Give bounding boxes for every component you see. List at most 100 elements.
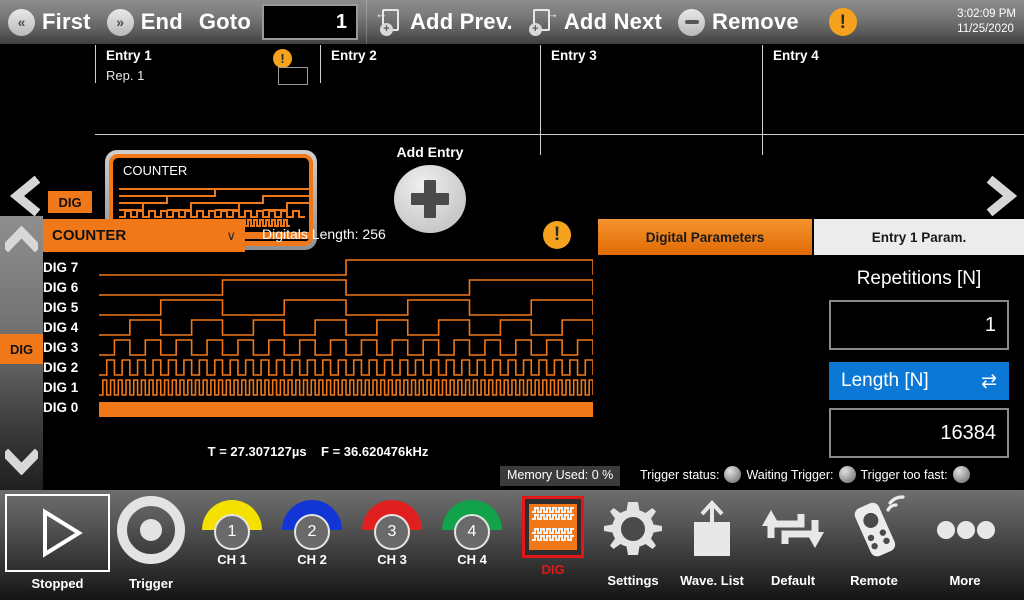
digital-waveform-icon (529, 504, 577, 550)
upload-box-icon (676, 494, 748, 564)
length-input[interactable]: 16384 (829, 408, 1009, 458)
entry-carousel: Entry 1 Rep. 1 ! Entry 2 Entry 3 Entry 4 (0, 44, 1024, 212)
channel-button-2[interactable]: 2 CH 2 (274, 494, 350, 568)
end-button[interactable]: » End (99, 0, 191, 44)
status-bar: Memory Used: 0 % Trigger status: Waiting… (0, 466, 1024, 490)
waveform-select[interactable]: COUNTER ∨ (43, 219, 245, 252)
repetitions-label: Repetitions [N] (814, 268, 1024, 290)
remote-control-icon (838, 494, 910, 564)
waiting-trigger-label: Waiting Trigger: (746, 468, 833, 482)
more-button[interactable]: More (925, 494, 1005, 588)
waveform-traces (99, 258, 593, 428)
add-next-label: Add Next (564, 9, 662, 35)
remove-label: Remove (712, 9, 799, 35)
carousel-dig-tag: DIG (48, 191, 92, 213)
carousel-next-button[interactable] (984, 176, 1018, 216)
default-button[interactable]: Default (757, 494, 829, 588)
scroll-up-button[interactable] (5, 226, 38, 257)
goto-label: Goto (199, 9, 251, 35)
entry-divider-3 (540, 83, 541, 155)
app-root: « First » End Goto 1 ← + Add Prev. → + (0, 0, 1024, 600)
add-next-button[interactable]: → + Add Next (521, 0, 670, 44)
channel-3-label: CH 3 (354, 552, 430, 567)
channel-button-4[interactable]: 4 CH 4 (434, 494, 510, 568)
double-chevron-left-icon: « (8, 9, 35, 36)
channel-2-number: 2 (294, 514, 330, 550)
waveform-label: DIG 6 (43, 278, 97, 298)
waveform-select-value: COUNTER (52, 227, 126, 244)
tab-entry-param[interactable]: Entry 1 Param. (814, 219, 1024, 255)
entry-headers: Entry 1 Rep. 1 ! Entry 2 Entry 3 Entry 4 (95, 45, 1024, 83)
digitals-length-label: Digitals Length: (262, 226, 359, 242)
wave-list-label: Wave. List (676, 573, 748, 588)
entry-underline (95, 134, 1024, 135)
clock-date: 11/25/2020 (957, 22, 1016, 37)
chevron-left-icon (8, 176, 42, 216)
wave-list-button[interactable]: Wave. List (676, 494, 748, 588)
param-warning-icon[interactable]: ! (543, 221, 571, 249)
entry-header-3[interactable]: Entry 3 (540, 45, 762, 83)
waveform-display[interactable]: DIG 7 DIG 6 DIG 5 DIG 4 DIG 3 DIG 2 DIG … (43, 258, 593, 468)
toolbar-warning[interactable]: ! (807, 0, 865, 44)
waveform-plot (99, 258, 593, 433)
waveform-label: DIG 3 (43, 338, 97, 358)
add-prev-button[interactable]: ← + Add Prev. (367, 0, 521, 44)
run-stop-button[interactable] (5, 494, 110, 572)
left-channel-scroller: DIG (0, 216, 43, 490)
entry-header-1[interactable]: Entry 1 Rep. 1 ! (95, 45, 320, 83)
channel-2-label: CH 2 (274, 552, 350, 567)
remote-label: Remote (838, 573, 910, 588)
add-prev-icon: ← + (375, 8, 403, 36)
entry-header-2[interactable]: Entry 2 (320, 45, 540, 83)
channel-button-1[interactable]: 1 CH 1 (194, 494, 270, 568)
tab-digital-parameters[interactable]: Digital Parameters (598, 219, 812, 255)
repetitions-input[interactable]: 1 (829, 300, 1009, 350)
settings-button[interactable]: Settings (598, 494, 668, 588)
remove-button[interactable]: Remove (670, 0, 807, 44)
goto-input[interactable]: 1 (262, 4, 358, 40)
channel-3-number: 3 (374, 514, 410, 550)
record-circle-icon (116, 494, 186, 566)
channel-button-3[interactable]: 3 CH 3 (354, 494, 430, 568)
swap-arrows-icon: ⇄ (981, 370, 997, 393)
dig-button[interactable]: DIG (520, 494, 586, 577)
dig-button-label: DIG (520, 562, 586, 577)
entry-header-4[interactable]: Entry 4 (762, 45, 984, 83)
length-toggle[interactable]: Length [N] ⇄ (829, 362, 1009, 400)
waveform-frequency: F = 36.620476kHz (321, 444, 428, 459)
trigger-label: Trigger (110, 576, 192, 591)
chevron-down-icon: ∨ (226, 228, 236, 244)
channel-1-icon: 1 CH 1 (194, 494, 270, 568)
loop-arrows-icon (757, 494, 829, 564)
entry-1-card-title: COUNTER (123, 163, 187, 178)
play-icon (29, 504, 87, 562)
plus-icon (411, 180, 449, 218)
first-button-label: First (42, 9, 91, 35)
gear-icon (598, 494, 668, 564)
carousel-prev-button[interactable] (8, 176, 42, 216)
digitals-length-value: 256 (362, 226, 385, 242)
digitals-length: Digitals Length: 256 (262, 226, 386, 242)
trigger-status-group: Trigger status: Waiting Trigger: Trigger… (640, 466, 970, 483)
entry-title: Entry 4 (773, 48, 984, 63)
trigger-status-label: Trigger status: (640, 468, 719, 482)
chevron-up-icon (5, 226, 38, 252)
channel-3-icon: 3 CH 3 (354, 494, 430, 568)
waiting-trigger-led (839, 466, 856, 483)
waveform-label: DIG 7 (43, 258, 97, 278)
length-label: Length [N] (841, 370, 929, 392)
trigger-button[interactable] (116, 494, 186, 571)
run-state-label: Stopped (5, 576, 110, 591)
trigger-too-fast-label: Trigger too fast: (861, 468, 948, 482)
waveform-label: DIG 4 (43, 318, 97, 338)
first-button[interactable]: « First (0, 0, 99, 44)
waveform-label: DIG 5 (43, 298, 97, 318)
top-toolbar: « First » End Goto 1 ← + Add Prev. → + (0, 0, 1024, 44)
goto-group: Goto 1 (191, 0, 366, 44)
waveform-label: DIG 1 (43, 378, 97, 398)
entry-checkbox[interactable] (278, 67, 308, 85)
end-button-label: End (141, 9, 183, 35)
more-label: More (925, 573, 1005, 588)
remote-button[interactable]: Remote (838, 494, 910, 588)
left-dig-button[interactable]: DIG (0, 334, 43, 364)
